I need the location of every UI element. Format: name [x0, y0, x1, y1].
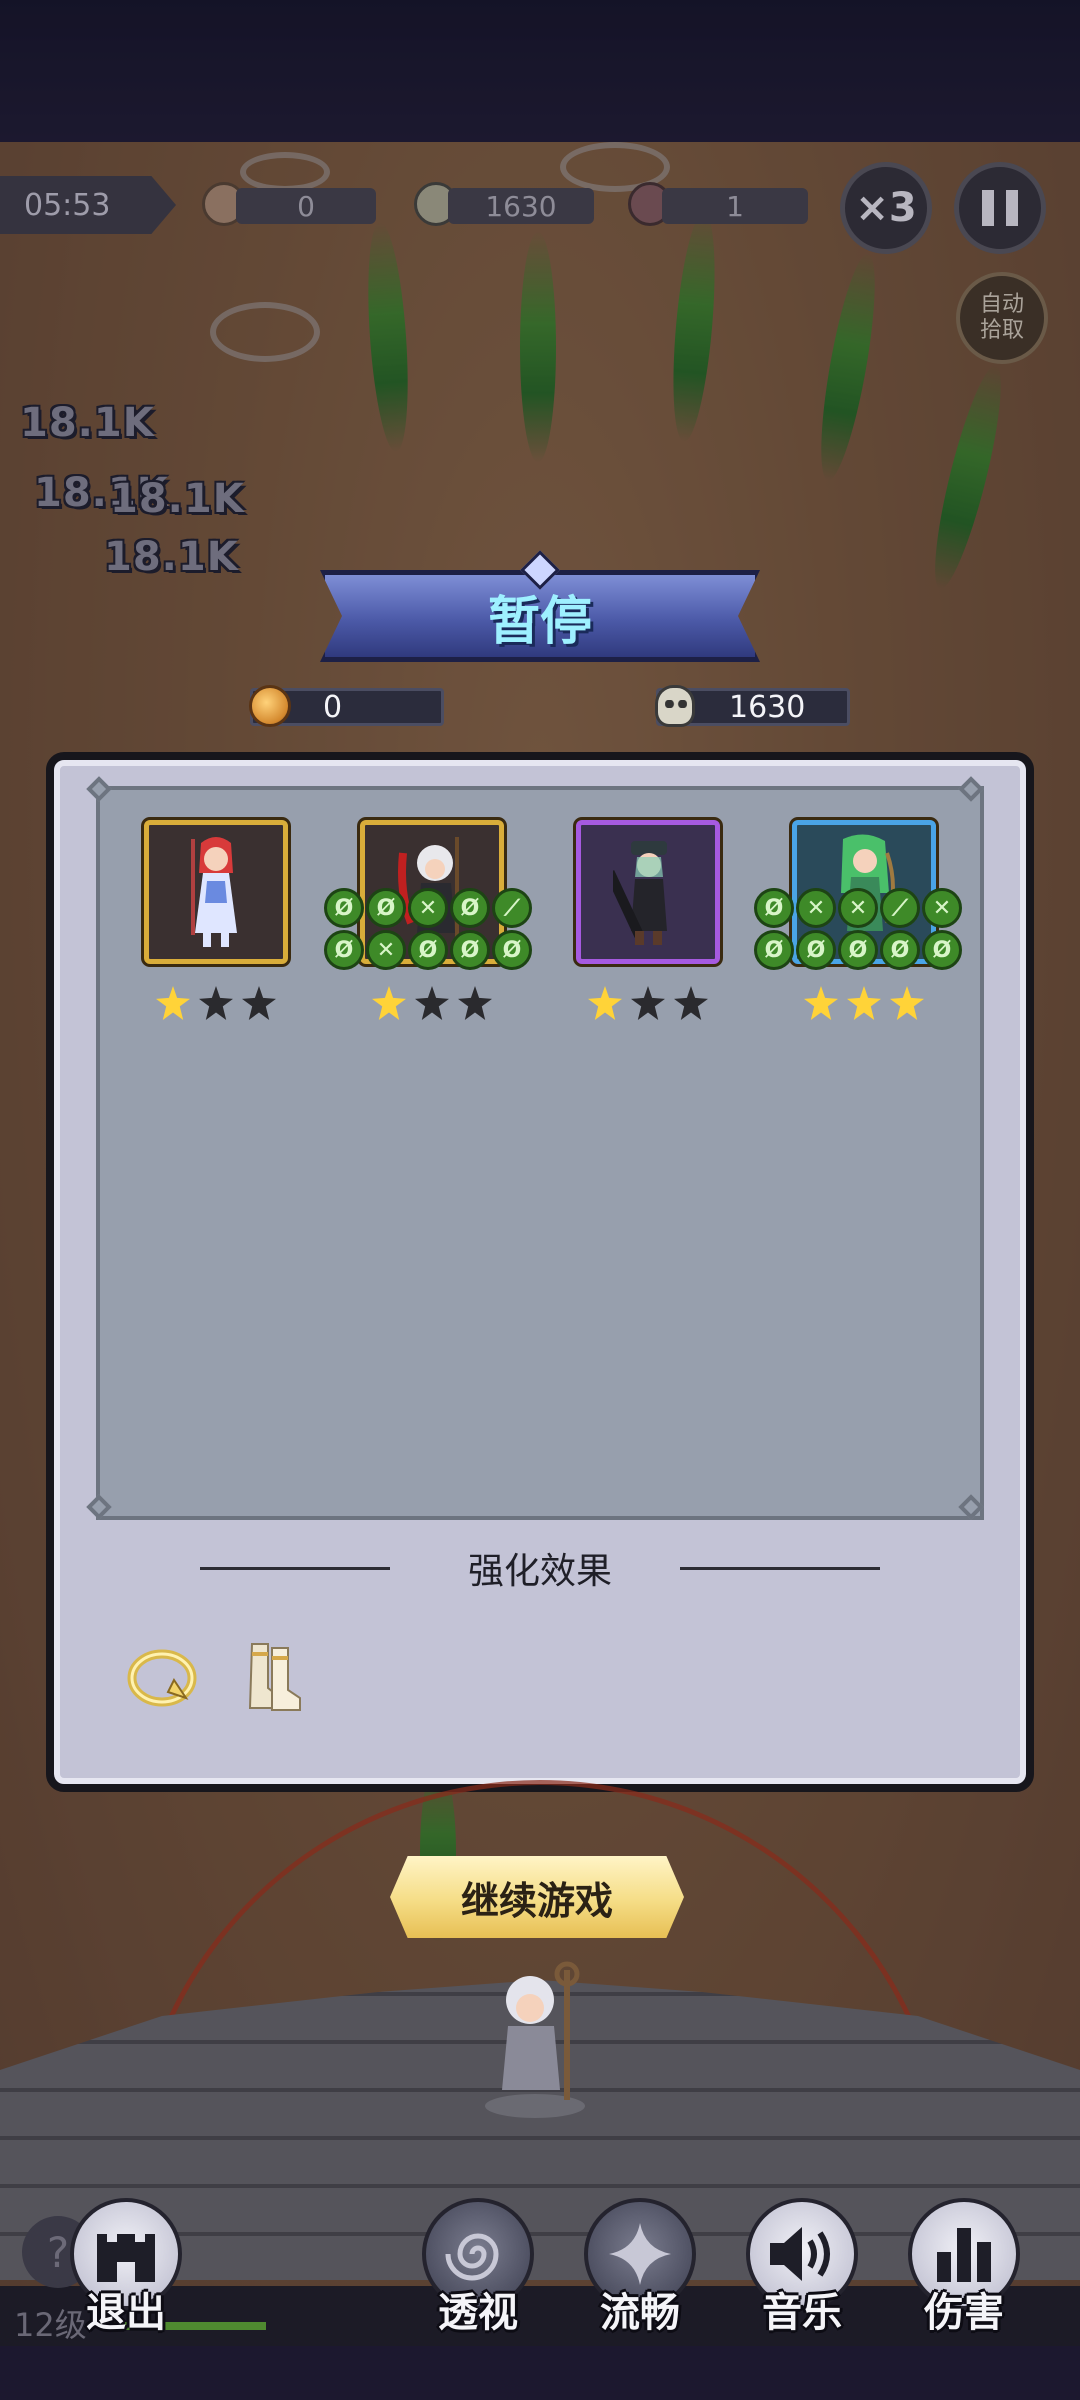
skull-icon	[655, 685, 695, 727]
ring-icon[interactable]	[124, 1638, 200, 1714]
skill-badge: ⟋	[880, 888, 920, 928]
skill-grid: Ø ✕ ✕ ⟋ ✕ Ø Ø Ø Ø Ø	[754, 888, 962, 970]
damage-label: 伤害	[924, 2290, 1004, 2336]
skill-badge: ✕	[796, 888, 836, 928]
skill-badge: Ø	[324, 930, 364, 970]
hero-sprite	[191, 837, 237, 947]
coin-counter: 0	[236, 188, 376, 224]
boots-icon[interactable]	[238, 1638, 314, 1714]
star-icon	[415, 986, 449, 1020]
star-icon	[890, 986, 924, 1020]
speed-button[interactable]: ×3	[840, 162, 932, 254]
buff-section-title: 强化效果	[467, 1551, 612, 1592]
star-icon	[372, 986, 406, 1020]
hero-card-gunner[interactable]	[576, 820, 720, 964]
panel-kill-counter: 1630	[655, 685, 850, 727]
bar-chart-icon	[937, 2228, 991, 2282]
star-icon	[156, 986, 190, 1020]
skill-badge: ✕	[838, 888, 878, 928]
star-icon	[804, 986, 838, 1020]
skill-badge: ✕	[408, 888, 448, 928]
coin-icon	[249, 685, 291, 727]
skill-badge: Ø	[366, 888, 406, 928]
star-icon	[631, 986, 665, 1020]
skill-badge: Ø	[450, 930, 490, 970]
panel-kill-value: 1630	[729, 689, 806, 725]
skill-badge: ✕	[366, 930, 406, 970]
skill-badge: Ø	[838, 930, 878, 970]
skill-badge: Ø	[922, 930, 962, 970]
star-icon	[199, 986, 233, 1020]
hero-stars	[804, 986, 924, 1022]
hero-stars	[372, 986, 492, 1022]
star-icon	[847, 986, 881, 1020]
skill-badge: Ø	[880, 930, 920, 970]
hero-card-red-swordswoman[interactable]	[144, 820, 288, 964]
game-screen: 18.1K 18.1K 18.1K 18.1K 05:53 0 1630 1 ×…	[0, 0, 1080, 2400]
skill-grid: Ø Ø ✕ Ø ⟋ Ø ✕ Ø Ø Ø	[324, 888, 532, 970]
skill-badge: Ø	[796, 930, 836, 970]
skill-badge: Ø	[450, 888, 490, 928]
star-icon	[458, 986, 492, 1020]
kill-counter: 1630	[448, 188, 594, 224]
boss-counter: 1	[662, 188, 808, 224]
skill-badge: Ø	[754, 930, 794, 970]
player-character	[485, 1961, 585, 2118]
panel-coin-counter: 0	[249, 685, 444, 727]
pause-icon	[982, 190, 1018, 226]
skill-badge: Ø	[324, 888, 364, 928]
auto-pickup-button[interactable]: 自动 拾取	[956, 272, 1048, 364]
panel-coin-value: 0	[323, 689, 343, 725]
skill-badge: Ø	[754, 888, 794, 928]
skill-badge: Ø	[408, 930, 448, 970]
hero-sprite	[613, 841, 667, 945]
castle-icon	[97, 2234, 155, 2282]
skill-badge: ⟋	[492, 888, 532, 928]
exit-label: 退出	[86, 2290, 166, 2336]
skill-badge: ✕	[922, 888, 962, 928]
speaker-icon	[770, 2227, 830, 2281]
music-label: 音乐	[762, 2290, 842, 2336]
star-icon	[674, 986, 708, 1020]
sparkle-icon	[609, 2223, 671, 2285]
swirl-icon	[445, 2233, 499, 2281]
star-icon	[242, 986, 276, 1020]
skill-badge: Ø	[492, 930, 532, 970]
timer: 05:53	[0, 176, 176, 234]
speed-label: ×3	[855, 185, 917, 231]
hero-stars	[156, 986, 276, 1022]
hero-stars	[588, 986, 708, 1022]
pause-button[interactable]	[954, 162, 1046, 254]
auto-pickup-label-2: 拾取	[979, 318, 1024, 343]
star-icon	[588, 986, 622, 1020]
smooth-label: 流畅	[600, 2290, 680, 2336]
xray-label: 透视	[438, 2290, 518, 2336]
help-label: ?	[46, 2227, 70, 2277]
auto-pickup-label-1: 自动	[979, 292, 1024, 317]
